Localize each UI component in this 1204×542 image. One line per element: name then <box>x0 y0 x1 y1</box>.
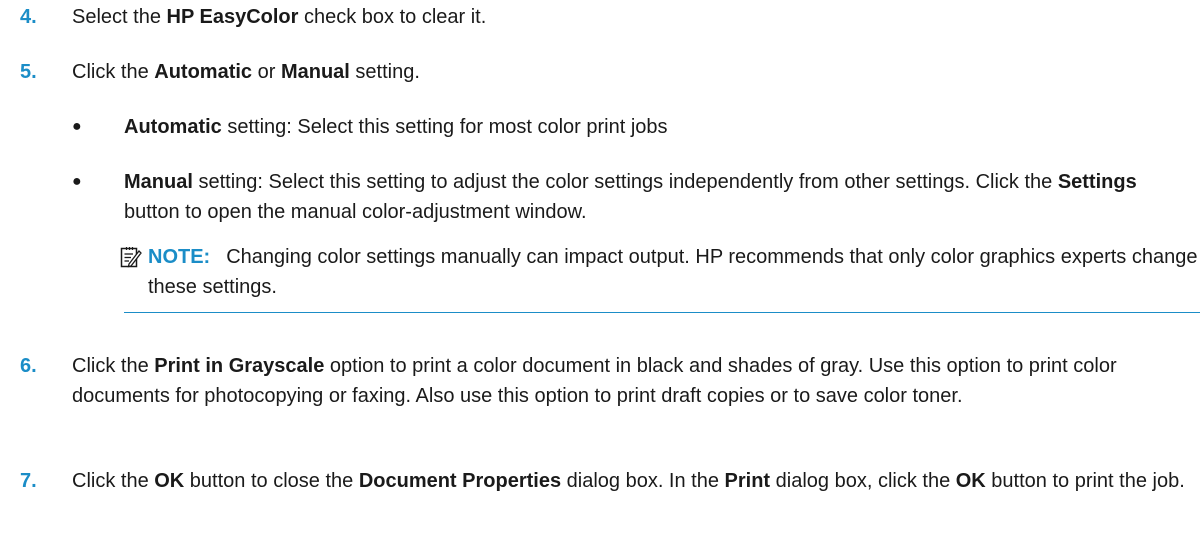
text-run: setting: Select this setting to adjust t… <box>192 171 1058 193</box>
step-7: 7. Click the OK button to close the Docu… <box>20 466 1200 496</box>
bullet-mark: ● <box>72 173 82 190</box>
bold-term: Manual <box>124 171 193 193</box>
bold-term: Print <box>724 470 771 492</box>
step-text: Select the HP EasyColor check box to cle… <box>72 2 1200 32</box>
step-text: Click the Print in Grayscale option to p… <box>72 351 1200 411</box>
text-run: Click the <box>72 355 155 377</box>
text-run: button to open the manual color-adjustme… <box>124 201 587 223</box>
bullet-manual: ● Manual setting: Select this setting to… <box>72 167 1197 227</box>
bold-term: Print in Grayscale <box>154 355 325 377</box>
text-run: button to close the <box>184 470 359 492</box>
text-run: Click the <box>72 470 155 492</box>
bold-term: OK <box>154 470 185 492</box>
step-number: 6. <box>20 355 37 377</box>
bold-term: Manual <box>280 61 350 83</box>
document-page: 4. Select the HP EasyColor check box to … <box>0 0 1204 542</box>
text-run: or <box>252 61 281 83</box>
note-label: NOTE: <box>148 246 211 268</box>
text-run: setting. <box>349 61 420 83</box>
note-box: NOTE: Changing color settings manually ca… <box>120 242 1200 313</box>
note-icon <box>120 246 142 268</box>
step-6: 6. Click the Print in Grayscale option t… <box>20 351 1200 411</box>
text-run: Click the <box>72 61 155 83</box>
text-run: setting: Select this setting for most co… <box>221 116 668 138</box>
step-5: 5. Click the Automatic or Manual setting… <box>20 57 1200 87</box>
bullet-text: Manual setting: Select this setting to a… <box>124 167 1197 227</box>
step-number: 7. <box>20 470 37 492</box>
step-4: 4. Select the HP EasyColor check box to … <box>20 2 1200 32</box>
text-run: check box to clear it. <box>298 6 487 28</box>
bold-term: Automatic <box>124 116 222 138</box>
note-text: NOTE: Changing color settings manually ca… <box>148 242 1200 302</box>
bullet-text: Automatic setting: Select this setting f… <box>124 112 1197 142</box>
step-text: Click the OK button to close the Documen… <box>72 466 1200 496</box>
bold-term: Document Properties <box>358 470 562 492</box>
text-run: dialog box. In the <box>561 470 725 492</box>
text-run: Select the <box>72 6 167 28</box>
bold-term: HP EasyColor <box>166 6 299 28</box>
bold-term: Automatic <box>154 61 253 83</box>
bullet-automatic: ● Automatic setting: Select this setting… <box>72 112 1197 142</box>
bold-term: OK <box>955 470 986 492</box>
bold-term: Settings <box>1057 171 1137 193</box>
text-run: dialog box, click the <box>770 470 956 492</box>
text-run: button to print the job. <box>985 470 1185 492</box>
note-body: Changing color settings manually can imp… <box>148 246 1198 298</box>
step-number: 4. <box>20 6 37 28</box>
step-text: Click the Automatic or Manual setting. <box>72 57 1200 87</box>
step-number: 5. <box>20 61 37 83</box>
bullet-mark: ● <box>72 118 82 135</box>
